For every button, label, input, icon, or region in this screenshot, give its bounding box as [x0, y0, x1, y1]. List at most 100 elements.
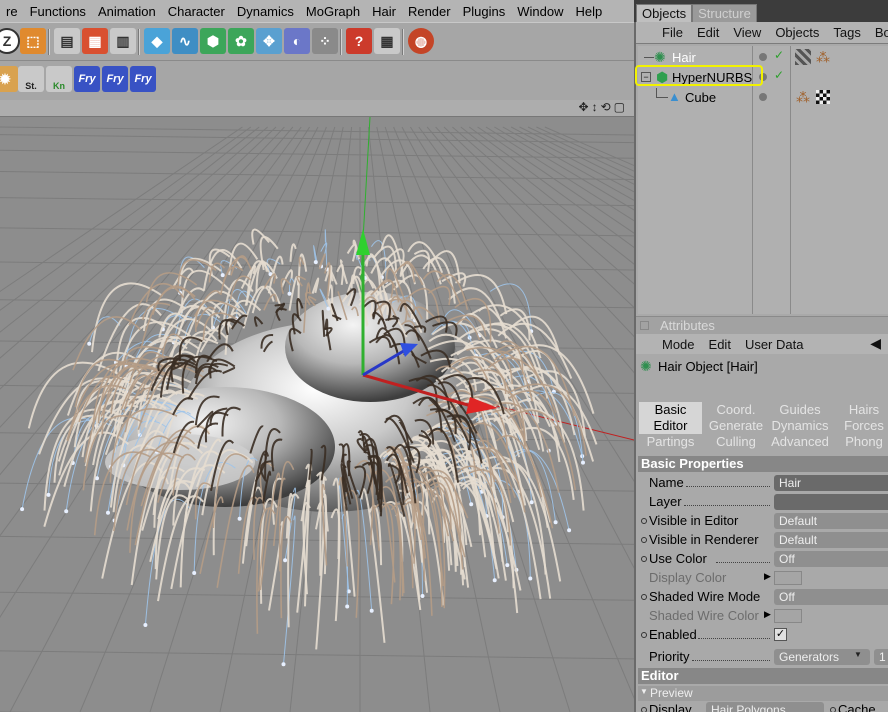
dropdown-arrow-icon[interactable]: ▼	[854, 650, 862, 659]
attributes-menu-mode[interactable]: Mode	[636, 337, 702, 352]
animation-bullet-icon[interactable]	[641, 594, 647, 600]
attributes-menu-edit[interactable]: Edit	[702, 337, 738, 352]
objects-menu-edit[interactable]: Edit	[690, 25, 726, 40]
viewport-canvas[interactable]	[0, 117, 634, 712]
fry-render-icon[interactable]: Fry	[74, 66, 100, 92]
enabled-checkbox[interactable]: ✓	[774, 628, 787, 641]
menu-item-window[interactable]: Window	[511, 4, 569, 19]
knife-tool-icon[interactable]: Kn	[46, 66, 72, 92]
tab-editor[interactable]: Editor	[639, 418, 702, 434]
hair-tag-icon[interactable]: ⁂	[816, 49, 830, 66]
menu-item-functions[interactable]: Functions	[24, 4, 92, 19]
subsection-preview[interactable]: ▼ Preview	[638, 686, 888, 701]
menu-item-mograph[interactable]: MoGraph	[300, 4, 366, 19]
animation-bullet-icon[interactable]	[641, 556, 647, 562]
texture-tag-icon[interactable]	[816, 90, 830, 104]
object-row-cube[interactable]: ▲ Cube ⁂	[638, 88, 888, 108]
visible-renderer-dropdown[interactable]: Default	[774, 532, 888, 548]
hair-material-tag-icon[interactable]	[795, 49, 811, 65]
tab-advanced[interactable]: Advanced	[769, 434, 831, 450]
name-field[interactable]: Hair	[774, 475, 888, 491]
collapse-arrow-icon[interactable]: ▼	[640, 687, 648, 696]
animation-bullet-icon[interactable]	[641, 632, 647, 638]
object-name-cube[interactable]: Cube	[685, 90, 716, 105]
display-color-swatch[interactable]	[774, 571, 802, 585]
fry-material-icon[interactable]: Fry	[130, 66, 156, 92]
menu-item-help[interactable]: Help	[569, 4, 608, 19]
section-editor[interactable]: Editor	[638, 668, 888, 684]
layer-field[interactable]	[774, 494, 888, 510]
hair-tag-icon[interactable]: ⁂	[796, 89, 810, 106]
gear-icon[interactable]: ✹	[0, 66, 18, 92]
object-name-hair[interactable]: Hair	[672, 50, 696, 65]
menu-item-render[interactable]: Render	[402, 4, 457, 19]
help-icon[interactable]: ?	[346, 28, 372, 54]
visibility-dot[interactable]	[759, 93, 767, 101]
particles-icon[interactable]: ⁘	[312, 28, 338, 54]
tab-structure[interactable]: Structure	[692, 4, 757, 22]
tab-dynamics[interactable]: Dynamics	[769, 418, 831, 434]
spline-icon[interactable]: ∿	[172, 28, 198, 54]
objects-menu-tags[interactable]: Tags	[826, 25, 867, 40]
shaded-wire-mode-dropdown[interactable]: Off	[774, 589, 888, 605]
visibility-dot[interactable]	[759, 53, 767, 61]
expand-arrow-icon[interactable]: ▶	[764, 571, 771, 582]
tab-culling[interactable]: Culling	[705, 434, 767, 450]
guide-point	[143, 623, 148, 627]
tab-generate[interactable]: Generate	[705, 418, 767, 434]
priority-number-field[interactable]: 1	[874, 649, 888, 665]
enabled-check-icon[interactable]: ✓	[774, 48, 784, 62]
guide-point	[528, 576, 533, 581]
deformer-icon[interactable]: ✥	[256, 28, 282, 54]
menu-item-animation[interactable]: Animation	[92, 4, 162, 19]
attributes-menu-user-data[interactable]: User Data	[738, 337, 811, 352]
display-dropdown[interactable]: Hair Polygons	[706, 702, 824, 712]
render-view-icon[interactable]: ▤	[54, 28, 80, 54]
objects-menu-objects[interactable]: Objects	[768, 25, 826, 40]
guide-point	[369, 608, 374, 613]
menu-item-plugins[interactable]: Plugins	[457, 4, 512, 19]
animation-bullet-icon[interactable]	[641, 537, 647, 543]
render-settings-icon[interactable]: ▥	[110, 28, 136, 54]
tab-hairs[interactable]: Hairs	[833, 402, 888, 418]
animation-bullet-icon[interactable]	[830, 707, 836, 712]
section-basic-properties[interactable]: Basic Properties	[638, 456, 888, 472]
objects-menu-file[interactable]: File	[636, 25, 690, 40]
undo-icon[interactable]: Z	[0, 28, 20, 54]
tab-objects[interactable]: Objects	[636, 4, 693, 22]
tab-partings[interactable]: Partings	[639, 434, 702, 450]
menu-item-dynamics[interactable]: Dynamics	[231, 4, 300, 19]
use-color-dropdown[interactable]: Off	[774, 551, 888, 567]
array-icon[interactable]: ✿	[228, 28, 254, 54]
menu-item-hair[interactable]: Hair	[366, 4, 402, 19]
globe-icon[interactable]: ◍	[408, 28, 434, 54]
animation-bullet-icon[interactable]	[641, 707, 647, 712]
nurbs-icon[interactable]: ⬢	[200, 28, 226, 54]
viewport-nav-icons[interactable]: ✥↕⟲▢	[579, 100, 628, 114]
scene-object-icon[interactable]: ◐	[284, 28, 310, 54]
animation-bullet-icon[interactable]	[641, 518, 647, 524]
tab-coord[interactable]: Coord.	[705, 402, 767, 418]
objects-menu-bookmarks[interactable]: Bo	[868, 25, 888, 40]
cube-primitive-icon[interactable]: ◆	[144, 28, 170, 54]
render-picture-viewer-icon[interactable]: ▦	[82, 28, 108, 54]
enabled-check-icon[interactable]: ✓	[774, 68, 784, 82]
menu-item-edit-partial[interactable]: re	[0, 4, 24, 19]
tab-basic[interactable]: Basic	[639, 402, 702, 418]
3d-viewport[interactable]	[0, 117, 634, 712]
shaded-wire-color-swatch[interactable]	[774, 609, 802, 623]
objects-menu-view[interactable]: View	[726, 25, 768, 40]
back-arrow-icon[interactable]: ◀	[863, 335, 888, 352]
fry-settings-icon[interactable]: Fry	[102, 66, 128, 92]
table-icon[interactable]: ▦	[374, 28, 400, 54]
stretch-tool-icon[interactable]: St.	[18, 66, 44, 92]
tab-guides[interactable]: Guides	[769, 402, 831, 418]
axis-icon[interactable]: ⬚	[20, 28, 46, 54]
object-row-hypernurbs[interactable]: − ⬢ HyperNURBS ✓	[635, 65, 888, 88]
panel-checkbox-icon[interactable]	[640, 321, 649, 330]
tab-forces[interactable]: Forces	[833, 418, 888, 434]
expand-arrow-icon[interactable]: ▶	[764, 609, 771, 620]
visible-editor-dropdown[interactable]: Default	[774, 513, 888, 529]
tab-phong[interactable]: Phong	[833, 434, 888, 450]
menu-item-character[interactable]: Character	[162, 4, 231, 19]
